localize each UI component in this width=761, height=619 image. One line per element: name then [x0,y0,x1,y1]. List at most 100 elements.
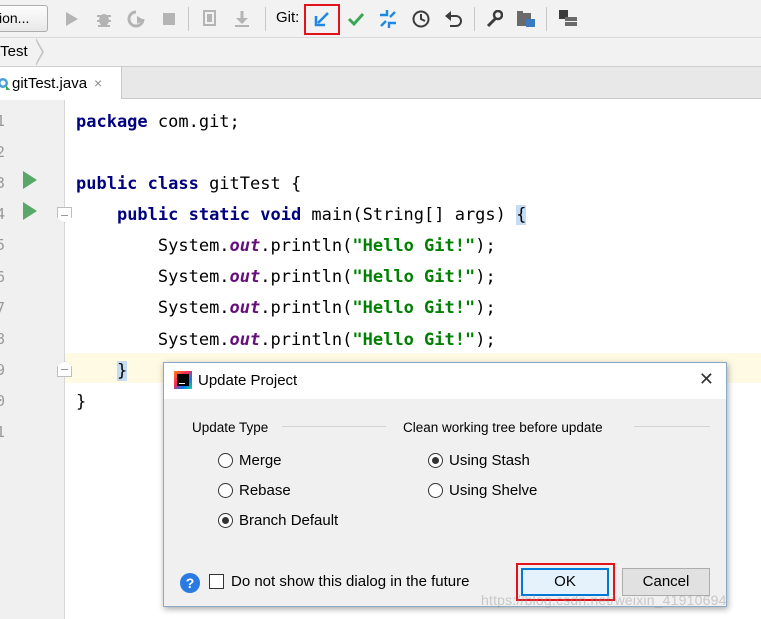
radio-button[interactable] [218,453,233,468]
watermark: https://blog.csdn.net/weixin_41910694 [481,592,727,608]
tab-gittest-java[interactable]: gitTest.java × [0,67,122,99]
code-text: ); [475,298,496,318]
vcs-history-icon[interactable] [410,8,432,30]
code-text: com.git; [147,112,240,132]
checkbox[interactable] [209,574,224,589]
code-line: public static void main(String[] args) { [76,200,527,230]
line-number: 9 [0,361,6,379]
code-text: System. [157,236,230,256]
run-main-gutter-icon[interactable] [23,202,37,220]
radio-label: Rebase [239,482,291,499]
close-tab-icon[interactable]: × [94,75,102,91]
code-text: System. [157,330,230,350]
code-string: "Hello Git!" [352,298,476,318]
build-icon[interactable] [199,8,221,30]
update-highlight-box [304,4,340,35]
code-text: .println( [260,267,353,287]
code-text: .println( [260,298,353,318]
line-number: 1 [0,423,6,441]
run-class-gutter-icon[interactable] [23,171,37,189]
code-line: } [76,356,128,386]
radio-label: Using Stash [449,452,530,469]
radio-button[interactable] [428,483,443,498]
breadcrumb-item-project[interactable]: tTest [0,41,40,63]
java-class-icon [0,78,10,90]
tab-label: gitTest.java [12,74,88,92]
line-number: 7 [0,299,6,317]
radio-button[interactable] [428,453,443,468]
code-line: System.out.println("Hello Git!"); [76,293,496,323]
radio-label: Merge [239,452,282,469]
project-structure-icon[interactable] [515,8,537,30]
editor-tabs: gitTest.java × [0,67,761,99]
breadcrumb-separator-inner [35,39,42,65]
do-not-show-checkbox[interactable]: Do not show this dialog in the future [209,573,469,590]
sdk-manager-icon[interactable] [557,8,579,30]
code-keyword: package [76,112,148,132]
vcs-revert-icon[interactable] [443,8,465,30]
run-configuration-button[interactable]: ion... [0,5,48,32]
code-keyword: public static void [116,205,302,225]
line-number: 8 [0,330,6,348]
radio-button[interactable] [218,513,233,528]
editor-gutter: 1 2 3 4 5 6 7 8 9 0 1 [0,100,65,619]
code-text: main(String[] args) [301,205,517,225]
code-string: "Hello Git!" [352,236,476,256]
code-text: System. [157,267,230,287]
code-keyword: public class [76,174,199,194]
stop-icon[interactable] [158,8,180,30]
code-text: } [76,392,87,412]
code-string: "Hello Git!" [352,267,476,287]
clean-tree-group-label: Clean working tree before update [403,420,603,435]
run-icon[interactable] [61,8,83,30]
radio-using-stash[interactable]: Using Stash [428,452,530,469]
intellij-logo-icon [174,371,192,389]
group-divider [282,426,386,427]
toolbar-separator [546,7,547,31]
toolbar-separator [474,7,475,31]
radio-using-shelve[interactable]: Using Shelve [428,482,537,499]
code-text: ); [475,267,496,287]
code-text: System. [157,298,230,318]
code-text: gitTest { [198,174,302,194]
help-icon[interactable]: ? [180,573,200,593]
line-number: 3 [0,174,6,192]
code-text: .println( [260,236,353,256]
line-number: 6 [0,268,6,286]
settings-wrench-icon[interactable] [483,8,505,30]
main-toolbar: ion... Git: [0,0,761,38]
code-brace-match: } [116,361,128,381]
code-line: package com.git; [76,107,240,137]
git-label: Git: [276,9,300,26]
vcs-compare-icon[interactable] [377,8,399,30]
code-line: System.out.println("Hello Git!"); [76,231,496,261]
code-text: ); [475,236,496,256]
code-line: public class gitTest { [76,169,301,199]
radio-merge[interactable]: Merge [218,452,282,469]
download-icon[interactable] [231,8,253,30]
code-brace-match: { [516,205,527,225]
debug-icon[interactable] [93,8,115,30]
dialog-titlebar[interactable]: Update Project ✕ [164,363,726,399]
group-divider [634,426,710,427]
code-line: System.out.println("Hello Git!"); [76,262,496,292]
radio-button[interactable] [218,483,233,498]
radio-rebase[interactable]: Rebase [218,482,291,499]
coverage-icon[interactable] [125,8,147,30]
close-icon[interactable]: ✕ [699,369,714,390]
vcs-commit-icon[interactable] [345,8,367,30]
line-number: 1 [0,112,6,130]
line-number: 2 [0,143,6,161]
code-field: out [229,330,261,350]
code-text: .println( [260,330,353,350]
line-number: 0 [0,392,6,410]
code-field: out [229,267,261,287]
code-field: out [229,236,261,256]
radio-label: Branch Default [239,512,339,529]
radio-branch-default[interactable]: Branch Default [218,512,338,529]
